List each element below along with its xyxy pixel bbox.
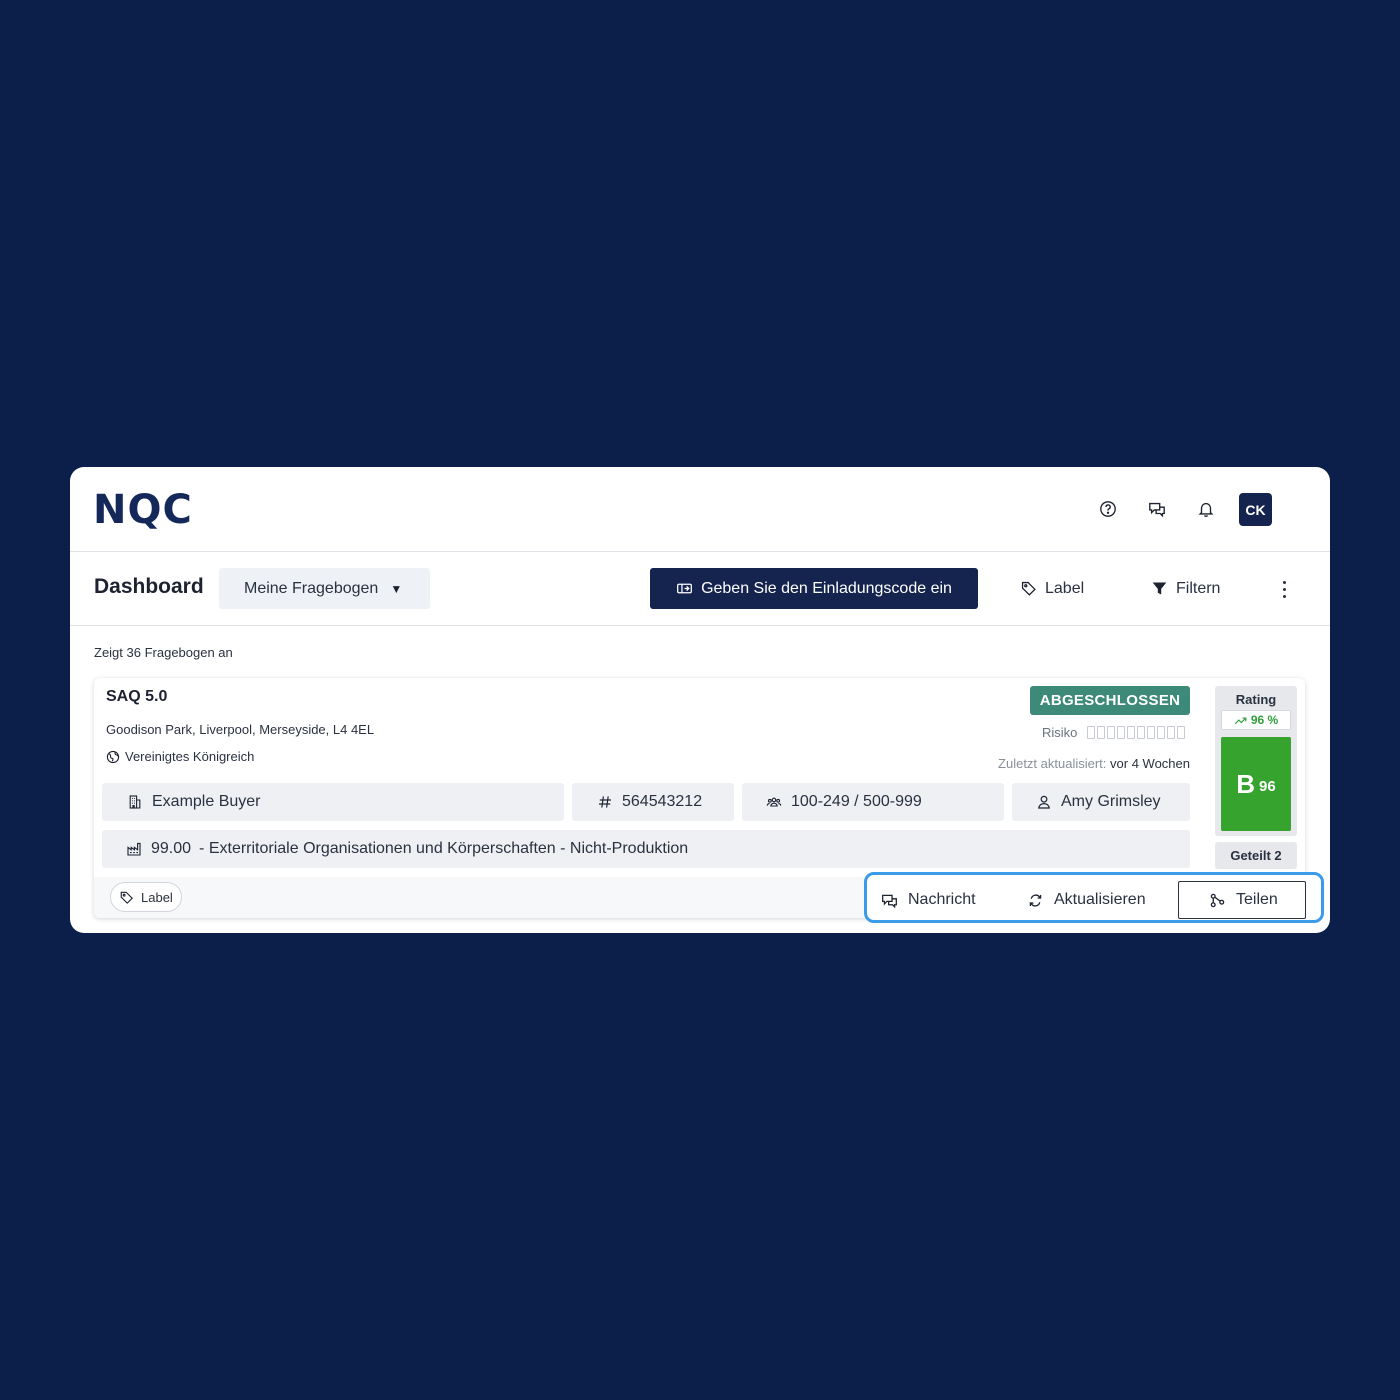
- risk-box: [1117, 725, 1126, 739]
- message-button[interactable]: Nachricht: [881, 881, 976, 919]
- users-icon: [766, 797, 782, 807]
- label-button[interactable]: Label: [1020, 568, 1084, 609]
- id-chip: 564543212: [572, 783, 734, 821]
- result-count: Zeigt 36 Fragebogen an: [94, 645, 233, 660]
- building-icon: [129, 795, 141, 809]
- refresh-button-text: Aktualisieren: [1054, 891, 1146, 908]
- caret-down-icon: ▼: [390, 581, 403, 596]
- risk-box: [1087, 725, 1096, 739]
- employees-chip: 100-249 / 500-999: [742, 783, 1004, 821]
- factory-icon: [127, 842, 141, 856]
- hash-icon: [599, 796, 611, 808]
- card-address: Goodison Park, Liverpool, Merseyside, L4…: [106, 722, 375, 737]
- risk-box: [1167, 725, 1176, 739]
- rating-trend: 96 %: [1221, 710, 1291, 730]
- shared-count: Geteilt 2: [1215, 842, 1297, 869]
- rating-title: Rating: [1235, 692, 1277, 707]
- risk-box: [1177, 725, 1186, 739]
- risk-box: [1127, 725, 1136, 739]
- grade-letter: B: [1236, 768, 1256, 799]
- share-button-text: Teilen: [1236, 891, 1278, 908]
- buyer-name: Example Buyer: [152, 793, 261, 810]
- last-updated-value: vor 4 Wochen: [1110, 756, 1190, 771]
- chat-icon: [882, 894, 897, 908]
- toolbar: Dashboard Meine Fragebogen ▼ Geben Sie d…: [70, 552, 1330, 626]
- user-icon: [1038, 795, 1050, 809]
- card-label-text: Label: [141, 889, 173, 905]
- share-button[interactable]: Teilen: [1178, 881, 1306, 919]
- rating-panel: Rating 96 % B 96: [1215, 686, 1297, 836]
- tag-icon: [1021, 581, 1036, 596]
- card-label-button[interactable]: Label: [110, 882, 182, 912]
- label-button-text: Label: [1045, 579, 1085, 597]
- last-updated-label: Zuletzt aktualisiert:: [998, 756, 1107, 771]
- filter-button-text: Filtern: [1176, 579, 1221, 597]
- questionnaire-dropdown[interactable]: Meine Fragebogen ▼: [219, 568, 430, 609]
- risk-meter: [1087, 725, 1186, 739]
- refresh-icon: [1029, 893, 1042, 907]
- user-avatar[interactable]: CK: [1239, 493, 1272, 526]
- app-window: NQC CK Dashboard Meine Fragebogen ▼ Gebe…: [70, 467, 1330, 933]
- dropdown-value: Meine Fragebogen: [244, 579, 379, 597]
- globe-icon: [106, 750, 120, 763]
- invite-code-button[interactable]: Geben Sie den Einladungscode ein: [650, 568, 978, 609]
- industry-code: 99.00: [151, 840, 192, 857]
- card-title: SAQ 5.0: [106, 688, 168, 705]
- risk-box: [1137, 725, 1146, 739]
- contact-chip: Amy Grimsley: [1012, 783, 1190, 821]
- help-icon[interactable]: [1096, 497, 1120, 521]
- country-text: Vereinigtes Königreich: [125, 749, 255, 764]
- logo: NQC: [93, 487, 193, 533]
- industry-chip: 99.00 - Exterritoriale Organisationen un…: [102, 830, 1190, 868]
- ticket-icon: [677, 583, 692, 594]
- card-actions-highlight: Nachricht Aktualisieren Teilen: [864, 872, 1324, 923]
- invite-code-label: Geben Sie den Einladungscode ein: [701, 579, 952, 597]
- filter-button[interactable]: Filtern: [1151, 568, 1220, 609]
- chat-icon[interactable]: [1145, 497, 1169, 521]
- risk-box: [1157, 725, 1166, 739]
- share-icon: [1210, 893, 1225, 907]
- buyer-chip: Example Buyer: [102, 783, 564, 821]
- employees-text: 100-249 / 500-999: [791, 793, 922, 810]
- industry-name: - Exterritoriale Organisationen und Körp…: [199, 840, 689, 857]
- risk-box: [1107, 725, 1116, 739]
- contact-name: Amy Grimsley: [1061, 793, 1161, 810]
- filter-icon: [1152, 582, 1167, 595]
- last-updated: Zuletzt aktualisiert: vor 4 Wochen: [954, 756, 1190, 771]
- risk-indicator: Risiko: [1042, 724, 1186, 740]
- risk-box: [1147, 725, 1156, 739]
- card-country: Vereinigtes Königreich: [106, 749, 254, 764]
- more-options-icon[interactable]: [1274, 576, 1294, 602]
- status-badge: ABGESCHLOSSEN: [1030, 686, 1190, 715]
- page-title: Dashboard: [94, 575, 204, 598]
- grade-score: 96: [1259, 777, 1276, 795]
- top-bar: NQC CK: [70, 467, 1330, 552]
- rating-grade: B 96: [1221, 737, 1291, 831]
- refresh-button[interactable]: Aktualisieren: [1027, 881, 1146, 919]
- rating-trend-value: 96 %: [1250, 713, 1279, 727]
- risk-box: [1097, 725, 1106, 739]
- risk-label: Risiko: [1042, 724, 1078, 740]
- bell-icon[interactable]: [1194, 497, 1218, 521]
- message-button-text: Nachricht: [908, 891, 976, 908]
- tag-icon: [120, 891, 133, 904]
- id-number: 564543212: [622, 793, 703, 810]
- trend-up-icon: [1234, 716, 1247, 724]
